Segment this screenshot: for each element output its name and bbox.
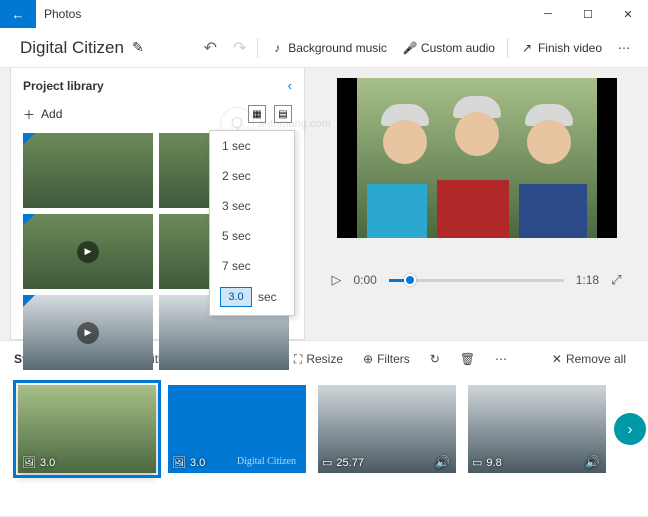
background-music-button[interactable]: ♪ Background music xyxy=(262,32,395,64)
remove-all-button[interactable]: ✕ Remove all xyxy=(544,352,634,366)
scroll-right-button[interactable]: › xyxy=(614,413,646,445)
main-area: Project library ‹ ＋Add ▦ ▤ ▶ ▶ xyxy=(0,68,648,340)
close-icon: ✕ xyxy=(552,352,562,366)
sound-icon: 🔊 xyxy=(585,455,600,469)
preview-image xyxy=(357,78,597,238)
clip-duration: 3.0 xyxy=(40,457,55,469)
video-icon: ▭ xyxy=(322,456,332,469)
rotate-icon: ↻ xyxy=(430,352,440,366)
duration-option[interactable]: 3 sec xyxy=(210,191,294,221)
resize-label: Resize xyxy=(306,352,343,366)
storyboard-clip[interactable]: 🖼 3.0 Digital Citizen xyxy=(168,385,306,473)
storyboard-clips: 🖼 3.0 🖼 3.0 Digital Citizen ▭ 25.77 🔊 ▭ 9.8 … xyxy=(0,377,648,481)
minimize-button[interactable]: ─ xyxy=(528,0,568,28)
clip-duration: 3.0 xyxy=(190,457,205,469)
library-item[interactable]: ▶ xyxy=(23,295,153,370)
preview-pane: ▷ 0:00 1:18 ⤢ xyxy=(305,68,648,340)
storyboard-clip[interactable]: 🖼 3.0 xyxy=(18,385,156,473)
filters-label: Filters xyxy=(377,352,410,366)
edit-title-icon[interactable]: ✎ xyxy=(132,39,144,56)
duration-custom-input[interactable] xyxy=(220,287,252,307)
duration-option[interactable]: 2 sec xyxy=(210,161,294,191)
audio-icon: 🎤 xyxy=(403,41,417,55)
clip-duration: 25.77 xyxy=(336,457,364,469)
app-title: Photos xyxy=(44,7,528,21)
title-card-caption: Digital Citizen xyxy=(237,456,296,467)
time-total: 1:18 xyxy=(576,273,599,287)
filters-icon: ⊕ xyxy=(363,352,373,366)
filters-button[interactable]: ⊕ Filters xyxy=(355,352,418,366)
project-title: Digital Citizen xyxy=(20,38,124,58)
music-icon: ♪ xyxy=(270,41,284,55)
bg-music-label: Background music xyxy=(288,41,387,55)
finish-label: Finish video xyxy=(538,41,602,55)
more-button[interactable]: ⋯ xyxy=(610,32,638,64)
duration-option[interactable]: 1 sec xyxy=(210,131,294,161)
trash-icon: 🗑 xyxy=(460,352,475,366)
play-button[interactable]: ▷ xyxy=(332,272,342,288)
image-icon: 🖼 xyxy=(172,456,186,469)
play-overlay-icon: ▶ xyxy=(77,241,99,263)
window-controls: ─ ☐ ✕ xyxy=(528,0,648,28)
image-icon: 🖼 xyxy=(22,456,36,469)
grid-small-button[interactable]: ▦ xyxy=(248,105,266,123)
preview-canvas[interactable] xyxy=(337,78,617,238)
add-label: Add xyxy=(41,107,62,121)
custom-audio-button[interactable]: 🎤 Custom audio xyxy=(395,32,503,64)
video-icon: ▭ xyxy=(472,456,482,469)
library-item[interactable] xyxy=(23,133,153,208)
duration-unit-label: sec xyxy=(258,290,277,304)
grid-large-button[interactable]: ▤ xyxy=(274,105,292,123)
custom-audio-label: Custom audio xyxy=(421,41,495,55)
back-button[interactable]: ← xyxy=(0,0,36,28)
title-bar: ← Photos ─ ☐ ✕ xyxy=(0,0,648,28)
seek-thumb[interactable] xyxy=(404,274,416,286)
storyboard-clip[interactable]: ▭ 25.77 🔊 xyxy=(318,385,456,473)
finish-video-button[interactable]: ↗ Finish video xyxy=(512,32,610,64)
library-item[interactable]: ▶ xyxy=(23,214,153,289)
duration-option[interactable]: 7 sec xyxy=(210,251,294,281)
toolbar: Digital Citizen ✎ ↶ ↷ ♪Background music … xyxy=(0,28,648,68)
add-media-button[interactable]: ＋ Add xyxy=(23,106,62,123)
duration-dropdown: 1 sec 2 sec 3 sec 5 sec 7 sec sec xyxy=(209,130,295,316)
play-overlay-icon: ▶ xyxy=(77,322,99,344)
close-button[interactable]: ✕ xyxy=(608,0,648,28)
storyboard-clip[interactable]: ▭ 9.8 🔊 xyxy=(468,385,606,473)
rotate-button[interactable]: ↻ xyxy=(422,352,448,366)
maximize-button[interactable]: ☐ xyxy=(568,0,608,28)
storyboard-more-button[interactable]: ⋯ xyxy=(487,352,515,366)
collapse-library-icon[interactable]: ‹ xyxy=(288,78,292,93)
library-title: Project library xyxy=(23,79,288,93)
redo-button: ↷ xyxy=(233,38,246,58)
delete-button[interactable]: 🗑 xyxy=(452,352,483,366)
duration-option[interactable]: 5 sec xyxy=(210,221,294,251)
clip-duration: 9.8 xyxy=(486,457,501,469)
seek-bar[interactable] xyxy=(389,279,564,282)
sound-icon: 🔊 xyxy=(435,455,450,469)
time-current: 0:00 xyxy=(354,273,377,287)
plus-icon: ＋ xyxy=(23,106,35,123)
undo-button[interactable]: ↶ xyxy=(204,38,217,58)
playback-controls: ▷ 0:00 1:18 ⤢ xyxy=(332,272,622,288)
export-icon: ↗ xyxy=(520,41,534,55)
remove-all-label: Remove all xyxy=(566,352,626,366)
fullscreen-button[interactable]: ⤢ xyxy=(611,272,621,288)
